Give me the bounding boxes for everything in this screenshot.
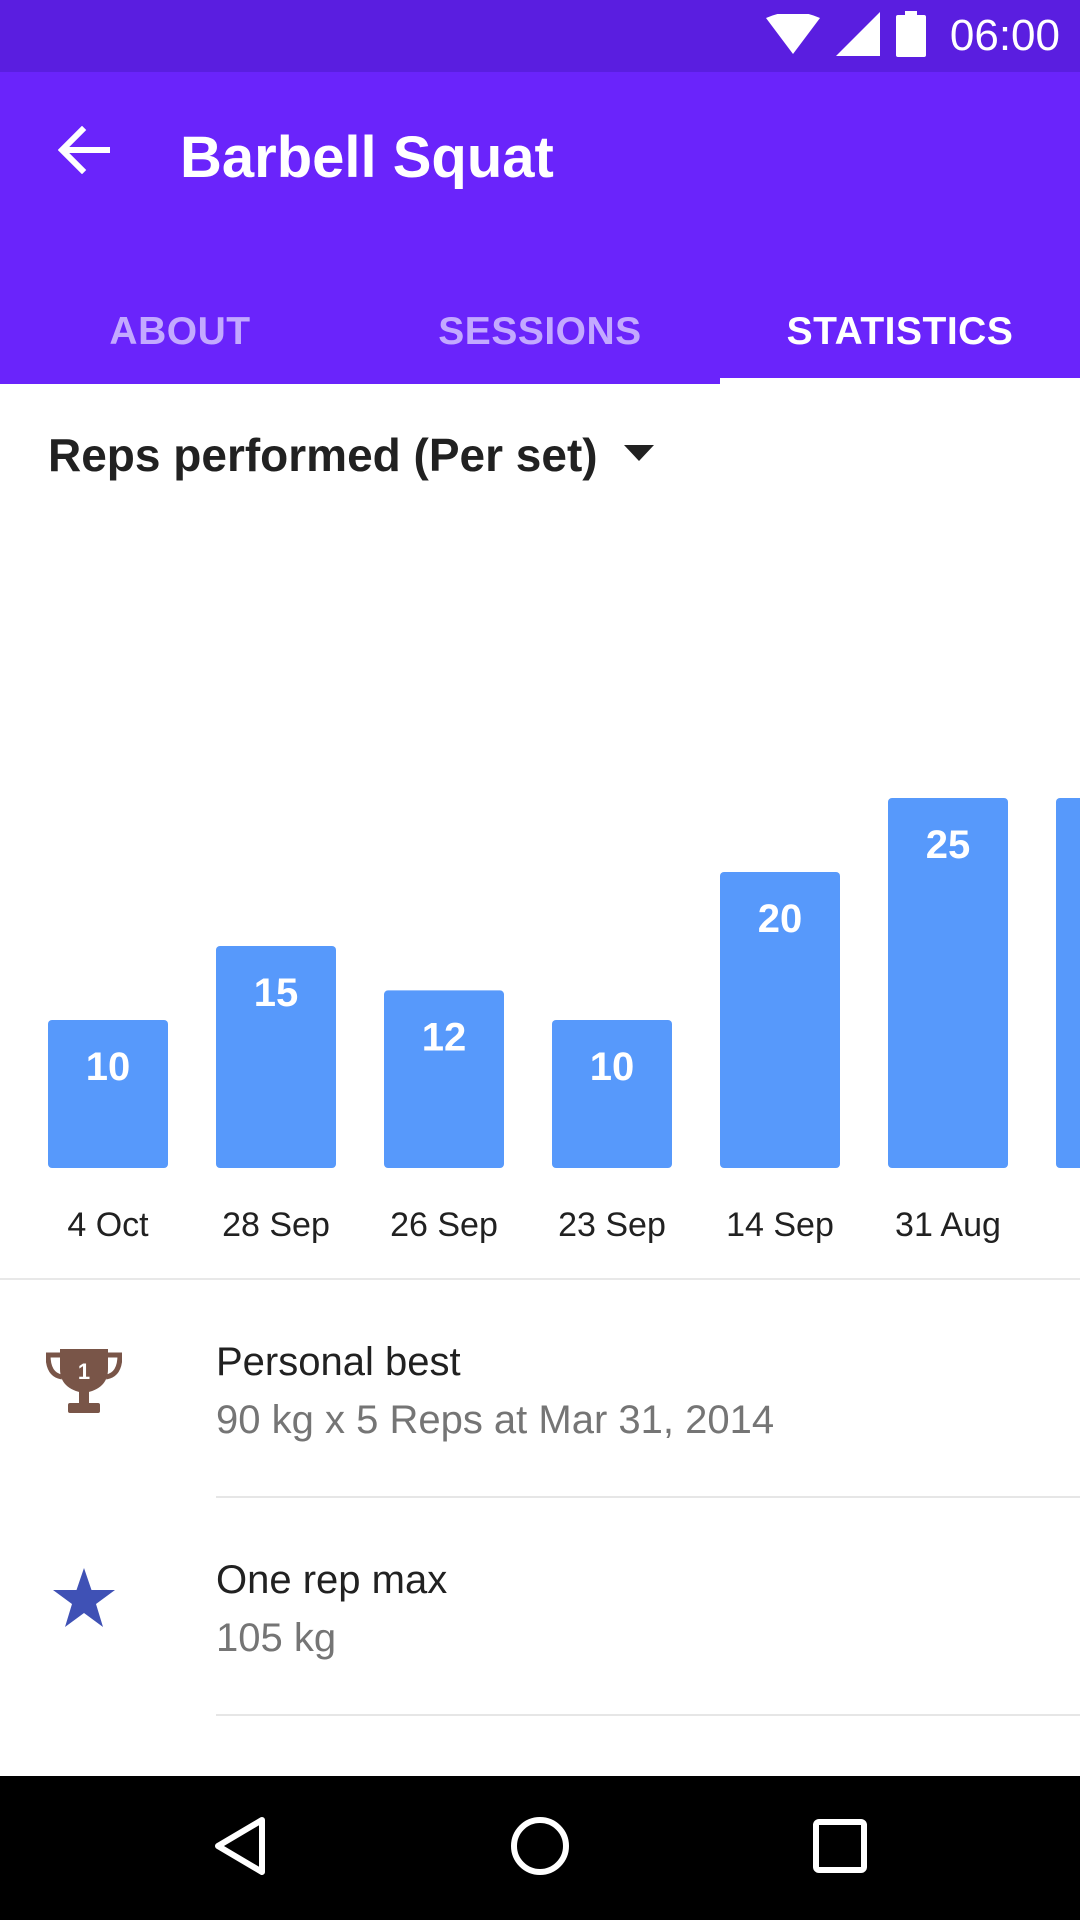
x-tick-label: 31 Aug bbox=[895, 1206, 1001, 1244]
reps-chart: 10 4 Oct 15 28 Sep 12 26 Sep 10 23 Sep 20 14 Sep 2… bbox=[0, 760, 1080, 1260]
bar-value-label: 20 bbox=[758, 897, 803, 941]
star-icon bbox=[40, 1554, 128, 1642]
tab-label: ABOUT bbox=[109, 310, 251, 353]
x-tick-label: 4 Oct bbox=[67, 1206, 149, 1244]
arrow-back-icon bbox=[57, 125, 111, 179]
stat-title: One rep max bbox=[216, 1558, 448, 1602]
stat-value: 105 kg bbox=[216, 1616, 337, 1660]
battery-icon bbox=[895, 10, 926, 62]
page-title: Barbell Squat bbox=[180, 125, 554, 190]
list-item-personal-best[interactable]: 1 Personal best 90 kg x 5 Reps at Mar 31… bbox=[0, 1280, 1080, 1498]
wifi-icon bbox=[765, 11, 820, 59]
chart-svg: 10 4 Oct 15 28 Sep 12 26 Sep 10 23 Sep 20 14 Sep 2… bbox=[48, 798, 1080, 1244]
tab-label: STATISTICS bbox=[786, 310, 1014, 353]
tab-label: SESSIONS bbox=[438, 310, 642, 353]
home-circle-icon bbox=[510, 1816, 570, 1881]
chart-bar bbox=[48, 1020, 168, 1168]
status-time: 06:00 bbox=[949, 11, 1060, 60]
list-item-one-rep-max[interactable]: One rep max 105 kg bbox=[0, 1498, 1080, 1716]
metric-dropdown[interactable]: Reps performed (Per set) bbox=[48, 428, 654, 482]
bar-value-label: 25 bbox=[926, 823, 971, 867]
metric-label: Reps performed (Per set) bbox=[48, 429, 598, 481]
bar-value-label: 15 bbox=[254, 971, 299, 1015]
x-tick-label: 26 Sep bbox=[390, 1206, 498, 1244]
cellular-signal-icon bbox=[835, 11, 880, 61]
tab-active-indicator bbox=[720, 378, 1080, 384]
bar-value-label: 10 bbox=[590, 1045, 635, 1089]
back-button[interactable] bbox=[44, 112, 124, 192]
tab-sessions[interactable]: SESSIONS bbox=[360, 280, 720, 384]
x-tick-label: 23 Sep bbox=[558, 1206, 666, 1244]
tab-statistics[interactable]: STATISTICS bbox=[720, 280, 1080, 384]
status-bar: 06:00 bbox=[0, 0, 1080, 72]
svg-text:1: 1 bbox=[78, 1359, 90, 1384]
trophy-icon: 1 bbox=[40, 1336, 128, 1424]
bar-value-label: 10 bbox=[86, 1045, 131, 1089]
nav-home-button[interactable] bbox=[504, 1812, 576, 1884]
dropdown-arrow-icon bbox=[623, 444, 654, 466]
tab-bar: ABOUT SESSIONS STATISTICS bbox=[0, 280, 1080, 384]
nav-back-button[interactable] bbox=[204, 1812, 276, 1884]
stat-title: Personal best bbox=[216, 1340, 461, 1384]
tab-about[interactable]: ABOUT bbox=[0, 280, 360, 384]
stat-value: 90 kg x 5 Reps at Mar 31, 2014 bbox=[216, 1398, 775, 1442]
x-tick-label: 14 Sep bbox=[726, 1206, 834, 1244]
app-bar: Barbell Squat ABOUT SESSIONS STATISTICS bbox=[0, 72, 1080, 384]
bar-value-label: 12 bbox=[422, 1015, 467, 1059]
back-triangle-icon bbox=[212, 1816, 268, 1881]
recents-square-icon bbox=[812, 1818, 868, 1879]
x-tick-label: 28 Sep bbox=[222, 1206, 330, 1244]
status-icons: 06:00 bbox=[765, 0, 1060, 72]
divider bbox=[216, 1714, 1080, 1716]
system-nav-bar bbox=[0, 1776, 1080, 1920]
chart-bar bbox=[552, 1020, 672, 1168]
chart-bar bbox=[1056, 798, 1080, 1168]
nav-recents-button[interactable] bbox=[804, 1812, 876, 1884]
